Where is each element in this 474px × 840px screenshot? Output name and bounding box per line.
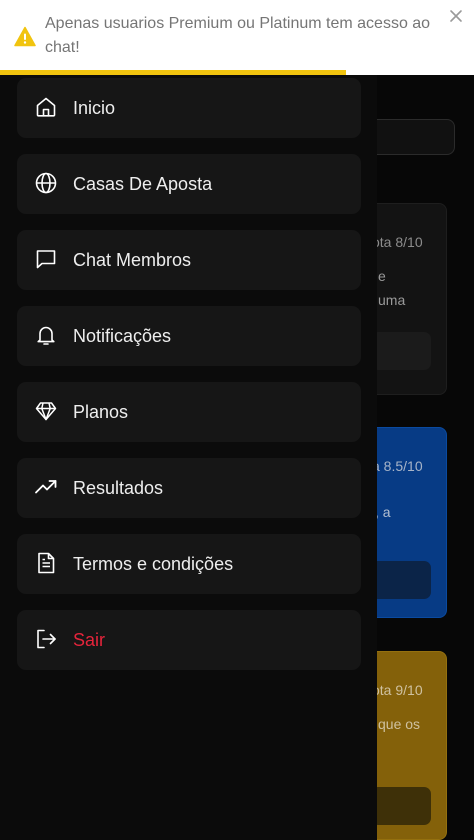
- menu-item-label: Planos: [73, 402, 129, 422]
- tip-rating: ota 9/10: [372, 682, 423, 698]
- menu-item-sair[interactable]: Sair: [17, 610, 361, 670]
- menu-item-resultados[interactable]: Resultados: [17, 458, 361, 518]
- tip-description: que os: [378, 712, 446, 736]
- menu-item-label: Sair: [73, 630, 106, 650]
- tip-text-line: e: [378, 268, 386, 284]
- tip-text-line: s, a: [368, 504, 391, 520]
- menu-item-label: Termos e condições: [73, 554, 234, 574]
- toast-progress-bar: [0, 70, 347, 75]
- menu-item-termos-e-condicoes[interactable]: Termos e condições: [17, 534, 361, 594]
- tip-rating: ota 8/10: [372, 234, 423, 250]
- menu-item-inicio[interactable]: Inicio: [17, 78, 361, 138]
- logout-icon: [34, 627, 58, 651]
- toast-message: Apenas usuarios Premium ou Platinum tem …: [45, 15, 431, 56]
- tip-button[interactable]: [371, 787, 431, 825]
- menu-item-planos[interactable]: Planos: [17, 382, 361, 442]
- tip-description: e uma: [378, 264, 446, 312]
- document-icon: [34, 551, 58, 575]
- globe-icon: [34, 171, 58, 195]
- home-icon: [34, 95, 58, 119]
- toast-notification: Apenas usuarios Premium ou Platinum tem …: [0, 0, 474, 75]
- chat-icon: [34, 247, 58, 271]
- side-drawer-menu: Inicio Casas De Aposta Chat Membros Noti…: [0, 70, 377, 840]
- menu-item-label: Resultados: [73, 478, 164, 498]
- menu-item-casas-de-aposta[interactable]: Casas De Aposta: [17, 154, 361, 214]
- trending-up-icon: [34, 475, 58, 499]
- tip-button[interactable]: [371, 332, 431, 370]
- tip-button[interactable]: [371, 561, 431, 599]
- tip-description: s, a: [368, 500, 438, 524]
- bell-icon: [34, 323, 58, 347]
- diamond-icon: [34, 399, 58, 423]
- menu-item-notificacoes[interactable]: Notificações: [17, 306, 361, 366]
- tip-text-line: uma: [378, 292, 406, 308]
- menu-item-label: Chat Membros: [73, 250, 192, 270]
- menu-item-label: Notificações: [73, 326, 172, 346]
- menu-item-label: Inicio: [73, 98, 116, 118]
- menu-item-chat-membros[interactable]: Chat Membros: [17, 230, 361, 290]
- tip-rating: a 8.5/10: [372, 458, 423, 474]
- tip-text-line: que os: [378, 716, 421, 732]
- close-icon[interactable]: [447, 7, 465, 25]
- menu-item-label: Casas De Aposta: [73, 174, 213, 194]
- warning-icon: [14, 26, 36, 48]
